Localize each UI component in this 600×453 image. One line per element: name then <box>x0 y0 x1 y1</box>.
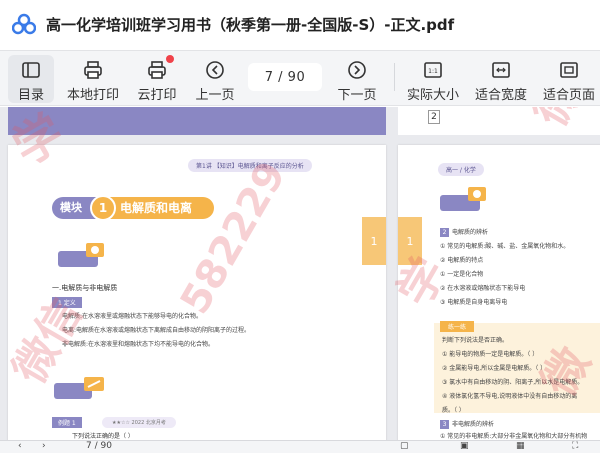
bottom-bar: ‹ › 7 / 90 ▢ ▣ ▦ ⛶ <box>0 440 600 453</box>
practice-line: ④ 液体氯化氢不导电,说明液体中没有自由移动的离 <box>442 393 578 400</box>
actual-size-button[interactable]: 1:1 实际大小 <box>404 55 462 103</box>
fit-page-label: 适合页面 <box>542 88 595 103</box>
document-title: 高一化学培训班学习用书（秋季第一册-全国版-S）-正文.pdf <box>46 16 455 34</box>
page-number-input[interactable]: 7 / 90 <box>248 63 322 91</box>
actual-size-glyph: 1:1 <box>428 68 438 75</box>
page-number-box: 2 <box>428 110 440 124</box>
line-number: 3 <box>440 420 449 429</box>
right-line: ② 在水溶液或熔融状态下能导电 <box>440 285 526 292</box>
toc-button[interactable]: 目录 <box>8 55 54 103</box>
cloud-print-label: 云打印 <box>137 88 177 103</box>
right-line: 2 电解质的辨析 <box>440 227 488 237</box>
prev-page-icon <box>206 61 224 79</box>
prev-page-label: 上一页 <box>195 88 235 103</box>
practice-line: ① 能导电的物质一定是电解质。（ ） <box>442 351 539 358</box>
prev-page-button[interactable]: 上一页 <box>192 55 238 103</box>
right-line: ① 常见的非电解质:大部分非金属氧化物和大部分有机物 <box>440 433 588 440</box>
app-logo-icon <box>12 13 36 35</box>
practice-line: ② 金属能导电,所以金属是电解质。（ ） <box>442 365 547 372</box>
right-line: ① 常见的电解质:酸、碱、盐、金属氧化物和水。 <box>440 243 570 250</box>
local-print-button[interactable]: 本地打印 <box>64 55 122 103</box>
bottom-prev-icon[interactable]: ‹ <box>18 441 22 451</box>
practice-line: 质。（ ） <box>442 407 465 414</box>
right-knowledge-badge-icon <box>440 187 486 211</box>
right-line: 3 非电解质的辨析 <box>440 419 494 429</box>
bottom-view-icon[interactable]: ▣ <box>460 441 469 451</box>
example-question: 下列说法正确的是（ ） <box>72 433 134 440</box>
practice-label: 练一练 <box>440 321 475 332</box>
practice-line: 判断下列说法是否正确。 <box>442 337 509 344</box>
line-number: 2 <box>440 228 449 237</box>
actual-size-icon: 1:1 <box>424 62 442 78</box>
printer-icon <box>84 61 102 79</box>
fit-width-label: 适合宽度 <box>474 88 527 103</box>
toc-label: 目录 <box>17 88 44 103</box>
fit-page-icon <box>560 62 578 78</box>
module-banner: 模块 电解质和电离 1 <box>52 195 214 221</box>
bottom-next-icon[interactable]: › <box>42 441 46 451</box>
left-page: 第1讲 【知识】电解质和离子反应的分析 模块 电解质和电离 1 一.电解质与非电… <box>8 145 386 440</box>
right-page-header: 高一 / 化学 <box>438 163 484 176</box>
fit-page-button[interactable]: 适合页面 <box>540 55 598 103</box>
module-number: 1 <box>90 195 116 221</box>
example-meta: ★★☆☆ 2022 北京月考 <box>102 417 176 428</box>
section-title: 一.电解质与非电解质 <box>52 284 118 292</box>
toolbar-divider <box>394 63 395 91</box>
notification-dot <box>166 55 174 63</box>
fit-width-button[interactable]: 适合宽度 <box>472 55 530 103</box>
cloud-print-icon <box>148 61 166 79</box>
knowledge-badge-icon <box>58 243 104 267</box>
right-page-side-tab: 1 <box>398 217 422 265</box>
definition-label: 1 定义 <box>52 297 82 308</box>
bottom-fullscreen-icon[interactable]: ⛶ <box>572 441 578 451</box>
paragraph: 电离:电解质在水溶液或熔融状态下离解成自由移动的阴阳离子的过程。 <box>62 327 251 334</box>
line-text: 非电解质的辨析 <box>452 421 495 428</box>
toc-icon <box>22 62 40 78</box>
actual-size-label: 实际大小 <box>406 88 459 103</box>
module-title: 电解质和电离 <box>110 197 214 219</box>
cloud-print-button[interactable]: 云打印 <box>134 55 180 103</box>
example-badge-icon <box>54 377 104 399</box>
next-page-button[interactable]: 下一页 <box>334 55 380 103</box>
practice-line: ③ 氯水中有自由移动的阴、阳离子,所以水是电解质。 <box>442 379 584 386</box>
right-line: ① 一定是化合物 <box>440 271 484 278</box>
document-viewer[interactable]: 2 第1讲 【知识】电解质和离子反应的分析 模块 电解质和电离 1 一.电解质与… <box>0 107 600 440</box>
toolbar: 目录 本地打印 云打印 上一页 7 / 90 下一页 1:1 实际大小 适合宽度… <box>0 50 600 106</box>
paragraph: 非电解质:在水溶液里和熔融状态下均不能导电的化合物。 <box>62 341 215 348</box>
paragraph: 电解质:在水溶液里或熔融状态下能够导电的化合物。 <box>62 313 203 320</box>
right-line: ② 电解质的特点 <box>440 257 484 264</box>
previous-page-footer <box>8 107 386 135</box>
next-page-icon <box>348 61 366 79</box>
title-bar: 高一化学培训班学习用书（秋季第一册-全国版-S）-正文.pdf <box>0 0 600 48</box>
left-page-side-tab: 1 <box>362 217 386 265</box>
line-text: 电解质的辨析 <box>452 229 489 236</box>
next-page-label: 下一页 <box>337 88 377 103</box>
previous-right-page-footer: 2 <box>398 107 600 135</box>
right-line: ③ 电解质是自身电离导电 <box>440 299 508 306</box>
local-print-label: 本地打印 <box>66 88 119 103</box>
bottom-page-indicator[interactable]: 7 / 90 <box>86 441 112 451</box>
example-label: 例题 1 <box>52 417 82 428</box>
fit-width-icon <box>492 62 510 78</box>
left-page-header: 第1讲 【知识】电解质和离子反应的分析 <box>188 159 312 172</box>
bottom-view-icon[interactable]: ▢ <box>400 441 409 451</box>
bottom-grid-icon[interactable]: ▦ <box>516 441 525 451</box>
